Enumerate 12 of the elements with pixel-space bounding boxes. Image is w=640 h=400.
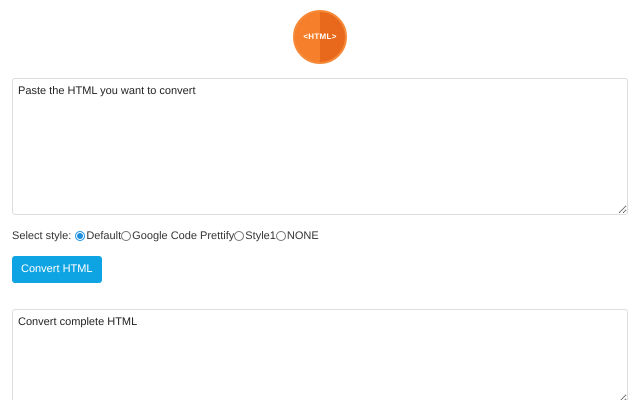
style-option-label[interactable]: Google Code Prettify bbox=[132, 228, 234, 244]
style-option-label[interactable]: Default bbox=[86, 228, 122, 244]
style-option-label[interactable]: NONE bbox=[286, 228, 319, 244]
html-input-field[interactable]: Paste the HTML you want to convert bbox=[12, 78, 628, 215]
style-option-label[interactable]: Style1 bbox=[245, 228, 276, 244]
logo-text: <HTML> bbox=[303, 31, 337, 43]
style-label: Select style: bbox=[12, 228, 72, 244]
style-radio[interactable] bbox=[121, 231, 132, 241]
style-radio[interactable] bbox=[276, 231, 286, 241]
style-radio[interactable] bbox=[234, 231, 244, 241]
output-field[interactable]: Convert complete HTML bbox=[12, 308, 628, 400]
style-radio[interactable] bbox=[75, 231, 86, 241]
